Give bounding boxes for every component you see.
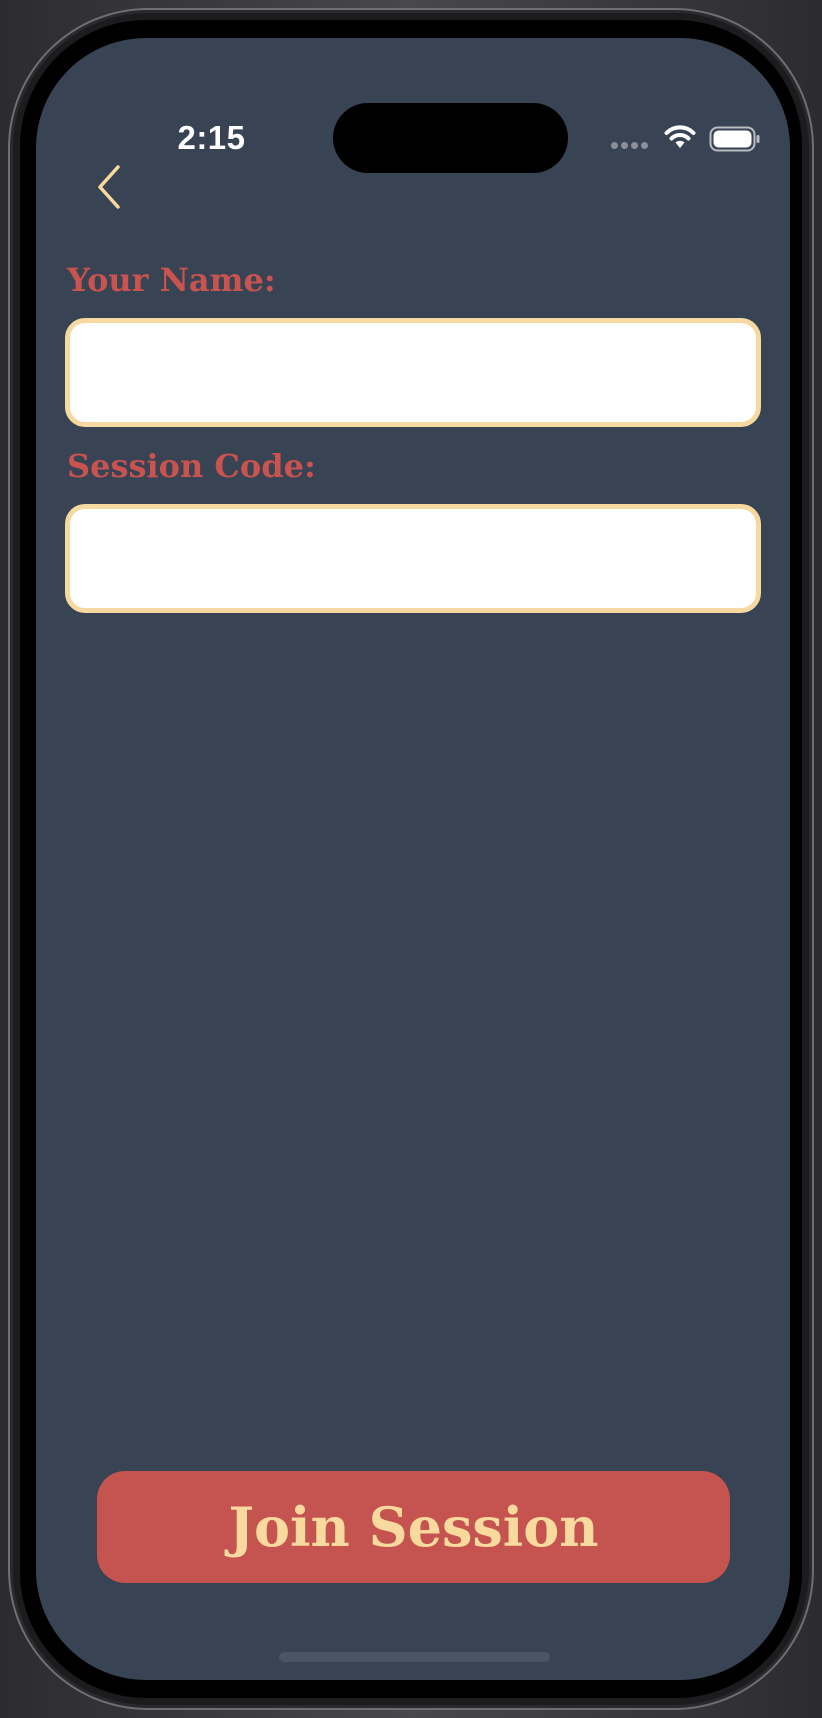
- back-button[interactable]: [90, 162, 130, 212]
- dynamic-island: [333, 103, 568, 173]
- status-bar-icons: [611, 122, 766, 154]
- battery-icon: [709, 126, 760, 152]
- wifi-icon: [664, 125, 696, 148]
- device-backdrop: 2:15 Your Name: Session Code: Join Sessi…: [0, 0, 822, 1718]
- name-field-label: Your Name:: [67, 261, 276, 299]
- join-session-button[interactable]: Join Session: [97, 1471, 730, 1583]
- session-code-input[interactable]: [65, 504, 761, 613]
- session-code-field-label: Session Code:: [67, 447, 316, 485]
- chevron-left-icon: [98, 165, 120, 209]
- name-input[interactable]: [65, 318, 761, 427]
- home-indicator: [279, 1652, 550, 1662]
- cellular-signal-icon: [611, 142, 651, 150]
- status-bar-time: 2:15: [177, 119, 246, 156]
